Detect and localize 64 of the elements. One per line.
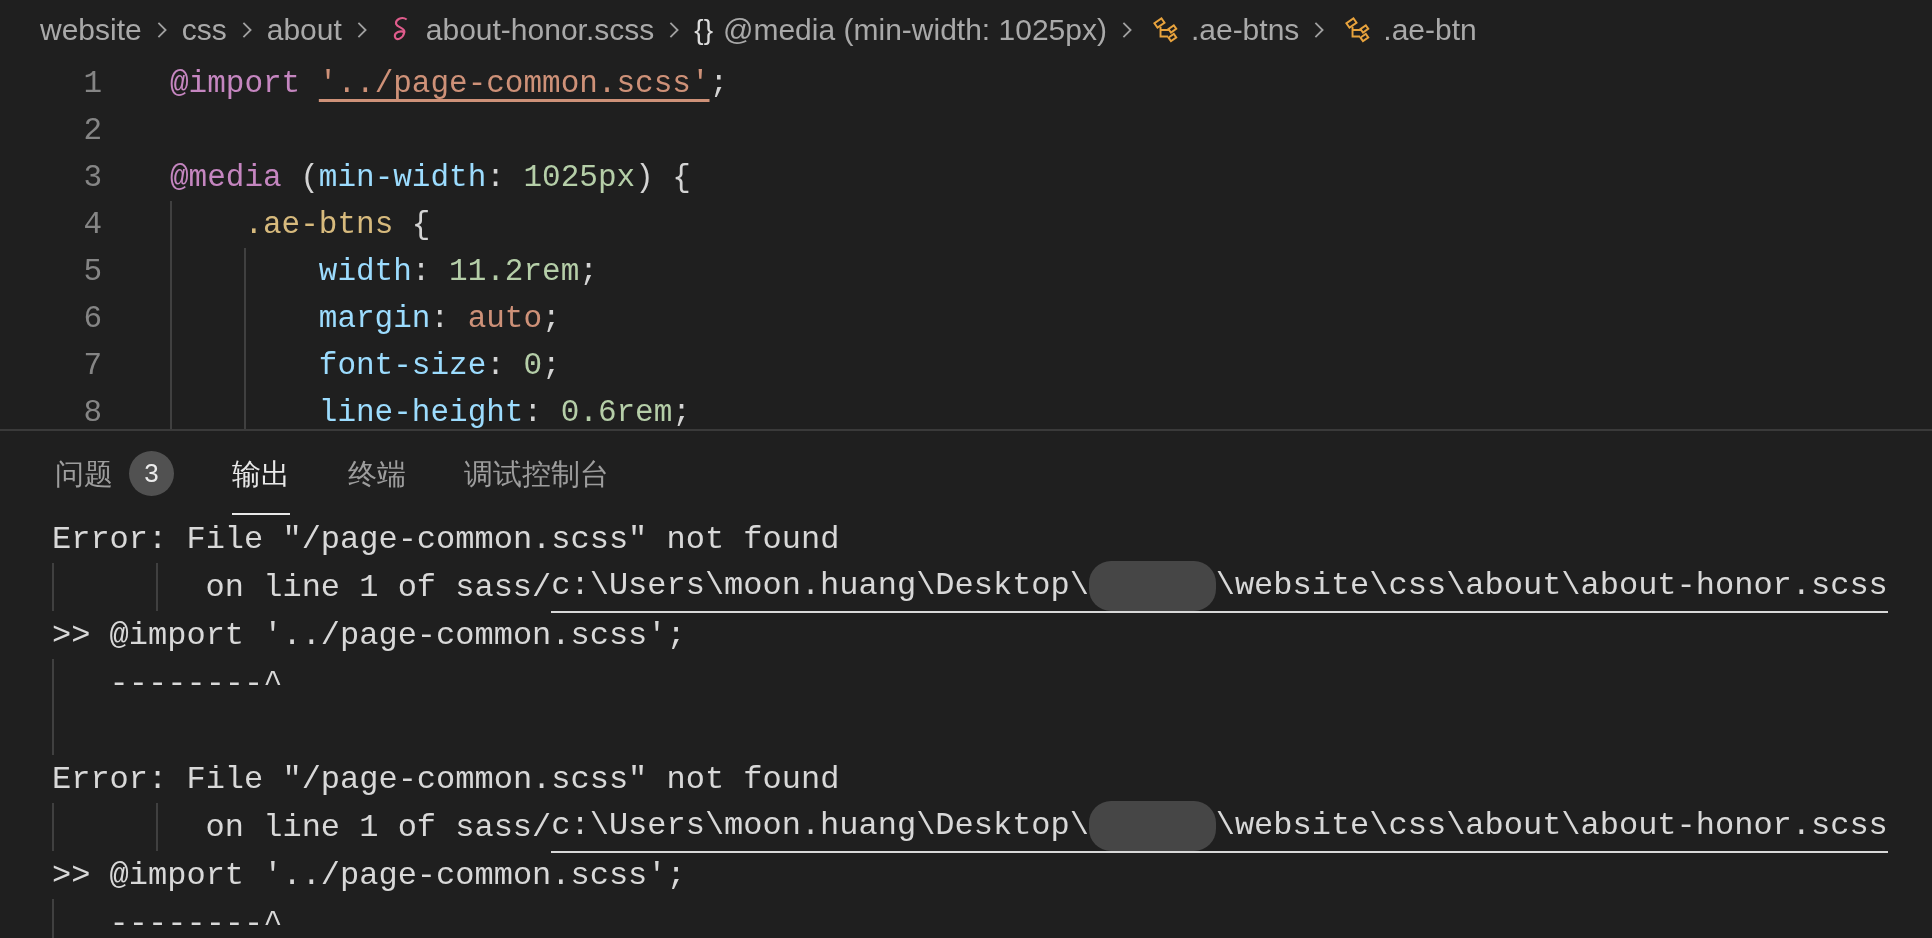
error-location: on line 1 of sass/ [205, 568, 552, 606]
error-pointer: --------^ [109, 904, 283, 938]
code-token: : [430, 300, 451, 338]
breadcrumb-item[interactable]: .ae-btn [1383, 13, 1477, 47]
code-token: line-height [318, 394, 524, 429]
breadcrumb-item[interactable]: website [40, 13, 142, 47]
code-token: 0 [523, 347, 543, 385]
error-pointer: --------^ [109, 664, 283, 702]
code-token: ; [709, 65, 729, 103]
chevron-icon [240, 20, 253, 40]
code-token: 1025px [523, 159, 636, 197]
line-number: 3 [82, 160, 102, 195]
breadcrumb-item[interactable]: about-honor.scss [425, 13, 655, 47]
line-number: 4 [82, 207, 102, 242]
code-token: @media [170, 159, 282, 197]
code-token: ( [299, 159, 319, 197]
line-number: 5 [82, 254, 102, 289]
file-path-link[interactable]: c:\Users\moon.huang\Desktop\ \website\css\about\about-honor.scss [551, 561, 1888, 613]
code-token: min-width [318, 159, 487, 197]
code-token: ; [579, 253, 598, 291]
file-path-link[interactable]: c:\Users\moon.huang\Desktop\ \website\css\about\about-honor.scss [551, 801, 1888, 853]
chevron-icon [1313, 20, 1326, 40]
code-token: 11.2rem [449, 253, 580, 291]
code-token: font-size [318, 347, 487, 385]
braces-icon: {} [694, 14, 713, 46]
code-token: ) { [635, 159, 691, 197]
breadcrumb-item[interactable]: about [266, 13, 342, 47]
source-line: >> @import '../page-common.scss'; [52, 856, 686, 894]
code-token: ; [672, 394, 691, 429]
code-token: ; [542, 300, 561, 338]
line-number: 2 [82, 113, 102, 148]
line-number: 6 [82, 301, 102, 336]
code-token: .ae-btns [244, 206, 394, 244]
count-badge: 3 [129, 450, 174, 496]
line-number: 7 [82, 348, 102, 383]
chevron-icon [668, 20, 681, 40]
breadcrumb-item[interactable]: css [181, 13, 227, 47]
chevron-icon [355, 20, 368, 40]
error-location: on line 1 of sass/ [205, 808, 552, 846]
code-token: ; [542, 347, 561, 385]
code-token: : [486, 347, 506, 385]
panel-tab[interactable]: 调试控制台 [464, 431, 609, 515]
breadcrumb-item[interactable]: @media (min-width: 1025px) [723, 13, 1107, 47]
error-message: Error: File "/page-common.scss" not found [52, 760, 840, 798]
chevron-icon [1120, 20, 1133, 40]
panel-tab[interactable]: 输出 [232, 431, 290, 515]
line-number: 1 [82, 66, 102, 101]
code-token: margin [318, 300, 431, 338]
code-token: 0.6rem [560, 394, 673, 429]
code-token: : [411, 253, 432, 291]
code-token: auto [467, 300, 543, 338]
panel-tab[interactable]: 终端 [348, 431, 406, 515]
chevron-icon [155, 20, 168, 40]
code-token: { [410, 206, 431, 244]
code-token: : [486, 159, 506, 197]
breadcrumb-item[interactable]: .ae-btns [1190, 13, 1300, 47]
code-token: width [318, 253, 412, 291]
source-line: >> @import '../page-common.scss'; [52, 616, 686, 654]
error-message: Error: File "/page-common.scss" not found [52, 520, 840, 558]
panel-tab[interactable]: 问题 [55, 431, 113, 515]
line-number: 8 [82, 395, 102, 429]
code-token: : [523, 394, 544, 429]
import-path-link[interactable]: '../page-common.scss' [318, 60, 710, 107]
code-token: @import [170, 65, 302, 103]
